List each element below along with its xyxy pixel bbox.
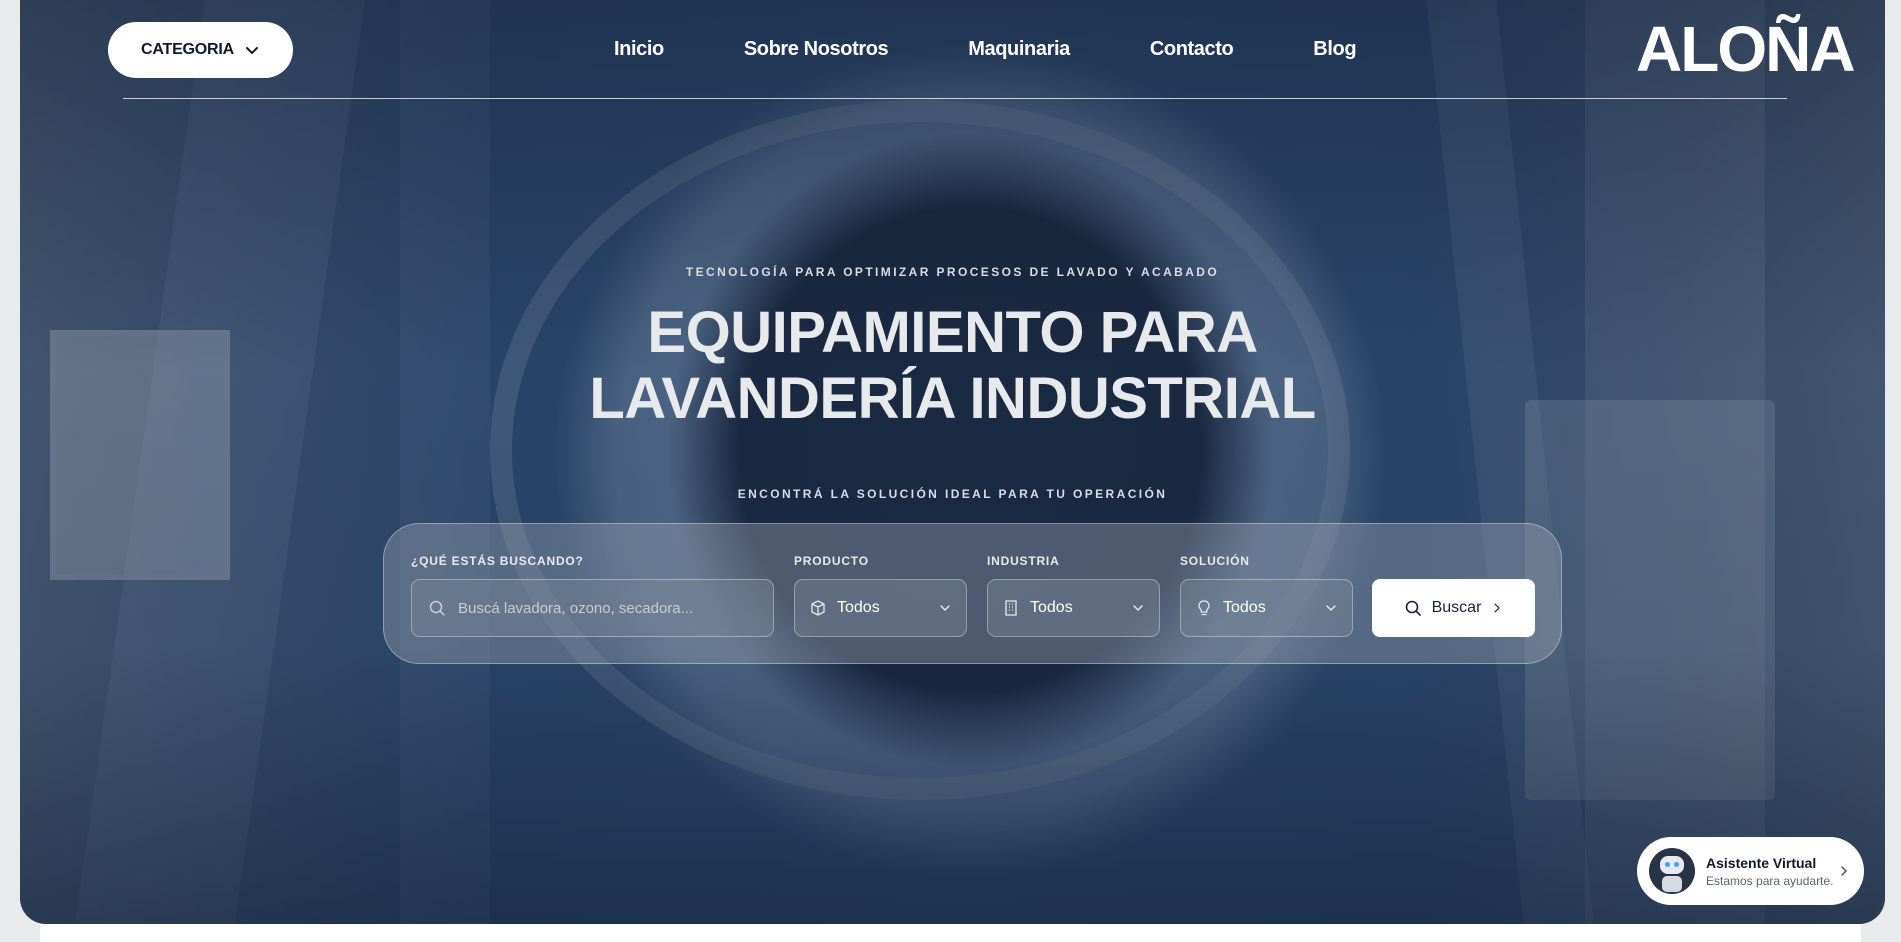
solution-label: SOLUCIÓN [1180,554,1250,568]
hero-eyebrow: TECNOLOGÍA PARA OPTIMIZAR PROCESOS DE LA… [685,265,1220,279]
industry-select-value: Todos [1030,599,1073,616]
hero-overlay [20,0,1885,924]
chevron-right-icon [1494,603,1500,613]
virtual-assistant-button[interactable]: Asistente Virtual Estamos para ayudarte. [1637,837,1864,905]
page-content-strip [40,924,1861,942]
category-button-label: CATEGORIA [140,41,234,58]
robot-avatar-icon [1649,848,1695,894]
assistant-text: Asistente Virtual Estamos para ayudarte. [1706,855,1838,888]
assistant-title: Asistente Virtual [1706,854,1817,871]
hero-subtitle: ENCONTRÁ LA SOLUCIÓN IDEAL PARA TU OPERA… [737,487,1168,501]
product-label: PRODUCTO [794,554,869,568]
industry-select[interactable]: Todos [987,579,1160,637]
box-icon [811,600,825,616]
nav-link-contacto[interactable]: Contacto [1150,38,1234,61]
solution-select-value: Todos [1223,599,1266,616]
brand-logo[interactable]: ALOÑA [1636,17,1856,81]
search-panel: ¿QUÉ ESTÁS BUSCANDO? Buscá lavadora, ozo… [383,523,1562,664]
nav-link-blog[interactable]: Blog [1313,38,1356,61]
assistant-subtitle: Estamos para ayudarte. [1706,873,1834,888]
solution-select[interactable]: Todos [1180,579,1353,637]
query-label: ¿QUÉ ESTÁS BUSCANDO? [411,554,584,568]
product-select[interactable]: Todos [794,579,967,637]
hero-title-line-2: LAVANDERÍA INDUSTRIAL [589,366,1316,431]
chevron-right-icon [1841,866,1847,876]
product-select-value: Todos [837,599,880,616]
hero-title: EQUIPAMIENTO PARA LAVANDERÍA INDUSTRIAL [20,300,1885,432]
nav-link-maquinaria[interactable]: Maquinaria [968,38,1070,61]
header-divider [123,98,1787,99]
main-nav: Inicio Sobre Nosotros Maquinaria Contact… [614,38,1357,61]
lightbulb-icon [1198,600,1210,616]
search-icon [429,600,445,616]
search-button-label: Buscar [1431,599,1482,616]
building-icon [1005,600,1017,616]
hero-section: CATEGORIA Inicio Sobre Nosotros Maquinar… [20,0,1885,924]
nav-link-sobre-nosotros[interactable]: Sobre Nosotros [744,38,889,61]
search-placeholder: Buscá lavadora, ozono, secadora... [458,599,694,617]
search-icon [1405,600,1421,616]
industry-label: INDUSTRIA [987,554,1060,568]
chevron-down-icon [1326,605,1336,611]
chevron-down-icon [1133,605,1143,611]
category-button[interactable]: CATEGORIA [108,22,293,78]
search-button[interactable]: Buscar [1372,579,1535,637]
search-input[interactable]: Buscá lavadora, ozono, secadora... [411,579,774,637]
nav-link-inicio[interactable]: Inicio [614,38,664,61]
hero-title-line-1: EQUIPAMIENTO PARA [647,300,1258,365]
chevron-down-icon [940,605,950,611]
chevron-down-icon [246,47,258,54]
